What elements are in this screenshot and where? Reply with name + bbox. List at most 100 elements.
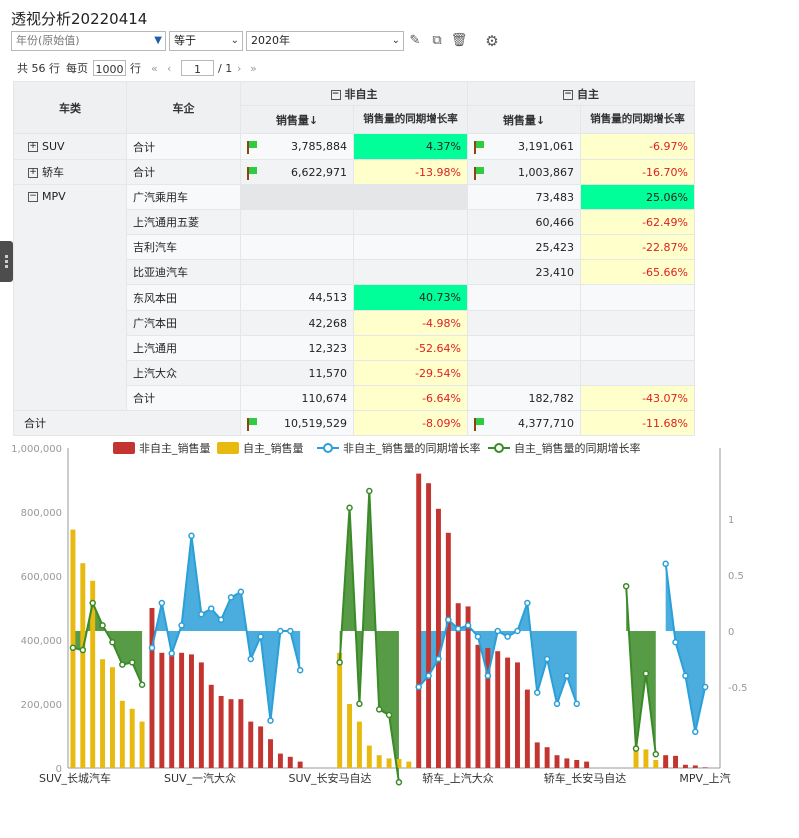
own-sales-bar (119, 700, 125, 768)
header-sales[interactable]: 销售量↓ (467, 105, 581, 134)
collapse-icon[interactable]: − (563, 89, 573, 100)
non-own-growth-point (445, 616, 452, 624)
non-own-growth-point (227, 594, 235, 601)
copy-settings-icon[interactable]: ⧉ (428, 31, 446, 51)
page-total: / 1 (218, 62, 233, 75)
page-input[interactable]: 1 (181, 60, 214, 76)
value: 3,191,061 (518, 140, 574, 153)
non-own-sales-bar (554, 755, 560, 768)
flag-icon (247, 141, 257, 154)
non-own-sales-cell: 44,513 (240, 284, 354, 311)
header-sales[interactable]: 销售量↓ (240, 105, 354, 134)
non-own-growth-cell: -13.98% (353, 159, 468, 185)
header-group-own[interactable]: − 自主 (467, 81, 695, 106)
company-cell: 吉利汽车 (126, 234, 241, 260)
flag-icon (247, 166, 257, 180)
own-growth-cell: -16.70% (580, 159, 695, 185)
non-own-growth-point (415, 683, 422, 691)
own-growth-cell (580, 284, 695, 311)
combo-chart: 0 200,000 400,000 600,000 800,000 1,000,000 1 0… (11, 441, 748, 786)
non-own-sales-cell: 110,674 (240, 385, 354, 411)
non-own-sales-bar (515, 662, 520, 768)
x-tick-label: SUV_长安马自达 (288, 771, 371, 785)
company-cell: 上汽大众 (126, 360, 241, 386)
x-tick-label: 轿车_上汽大众 (422, 771, 494, 785)
caret-down-icon: ▼ (154, 35, 162, 46)
prev-page-icon[interactable]: ‹ (167, 60, 171, 77)
gear-icon[interactable]: ⚙ (483, 31, 501, 51)
own-sales-cell: 4,377,710 (467, 410, 581, 436)
own-sales-cell: 23,410 (467, 259, 581, 285)
category-label: SUV (42, 140, 65, 153)
non-own-growth-cell (353, 259, 468, 285)
header-growth[interactable]: 销售量的同期增长率 (353, 105, 468, 134)
y-right-tick-label: 1 (728, 515, 734, 526)
next-page-icon[interactable]: › (237, 60, 241, 77)
last-page-icon[interactable]: » (250, 60, 257, 77)
own-growth-point (385, 711, 393, 719)
category-cell[interactable]: + 轿车 (13, 159, 127, 185)
category-cell[interactable]: − MPV (13, 184, 127, 411)
own-growth-point (99, 622, 106, 629)
non-own-growth-cell: -29.54% (353, 360, 468, 386)
own-sales-cell: 1,003,867 (467, 159, 581, 185)
own-sales-bar (347, 704, 353, 768)
non-own-sales-cell (240, 209, 354, 235)
y-tick-label: 1,000,000 (11, 444, 62, 455)
company-cell: 合计 (126, 133, 241, 160)
collapse-icon[interactable]: − (28, 192, 38, 202)
own-sales-bar (406, 761, 412, 768)
edit-icon[interactable]: ✎ (406, 31, 424, 51)
value-select[interactable]: 2020年 ⌄ (246, 31, 404, 51)
non-own-sales-bar (208, 684, 214, 768)
delete-icon[interactable]: 🗑 (450, 31, 468, 51)
field-select[interactable]: 年份(原始值) ▼ (11, 31, 166, 51)
sort-desc-icon[interactable]: ↓ (536, 114, 545, 127)
non-own-growth-point (247, 655, 255, 663)
flag-icon (474, 417, 484, 431)
non-own-growth-point (148, 644, 156, 652)
header-growth[interactable]: 销售量的同期增长率 (580, 105, 695, 134)
non-own-sales-bar (248, 721, 254, 768)
side-panel-handle[interactable] (0, 241, 13, 282)
non-own-sales-bar (534, 742, 540, 768)
header-group-non-own[interactable]: − 非自主 (240, 81, 468, 106)
own-growth-point (346, 504, 353, 512)
sort-desc-icon[interactable]: ↓ (309, 114, 318, 127)
non-own-sales-bar (505, 657, 511, 768)
non-own-sales-bar (258, 726, 264, 768)
own-growth-cell: -6.97% (580, 133, 695, 160)
non-own-growth-point (425, 672, 432, 680)
non-own-growth-point (553, 700, 561, 708)
operator-select-value: 等于 (174, 34, 196, 47)
own-growth-point (642, 670, 650, 677)
company-cell: 东风本田 (126, 284, 241, 311)
x-tick-label: 轿车_长安马自达 (544, 771, 627, 785)
own-sales-cell (467, 335, 581, 361)
non-own-sales-cell: 10,519,529 (240, 410, 354, 436)
own-growth-cell: -22.87% (580, 234, 695, 260)
non-own-growth-point (524, 599, 531, 607)
non-own-sales-cell: 6,622,971 (240, 159, 354, 185)
non-own-growth-cell: 40.73% (353, 284, 468, 311)
non-own-sales-bar (426, 483, 432, 768)
own-sales-cell (467, 360, 581, 386)
expand-icon[interactable]: + (28, 168, 38, 178)
operator-select[interactable]: 等于 ⌄ (169, 31, 243, 51)
legend-swatch (113, 442, 135, 454)
category-cell[interactable]: + SUV (13, 133, 127, 160)
non-own-growth-point (484, 672, 492, 680)
x-tick-label: MPV_上汽 (679, 771, 730, 785)
value: 10,519,529 (284, 416, 347, 430)
non-own-sales-bar (475, 644, 481, 768)
flag-icon (474, 141, 484, 154)
non-own-growth-point (287, 627, 294, 635)
expand-icon[interactable]: + (28, 142, 38, 152)
collapse-icon[interactable]: − (330, 89, 341, 100)
per-page-input[interactable]: 1000 (93, 60, 126, 76)
non-own-sales-bar (238, 699, 244, 768)
own-sales-bar (337, 652, 343, 768)
non-own-growth-area (151, 535, 301, 721)
own-sales-bar (139, 721, 145, 768)
first-page-icon[interactable]: « (151, 60, 158, 77)
